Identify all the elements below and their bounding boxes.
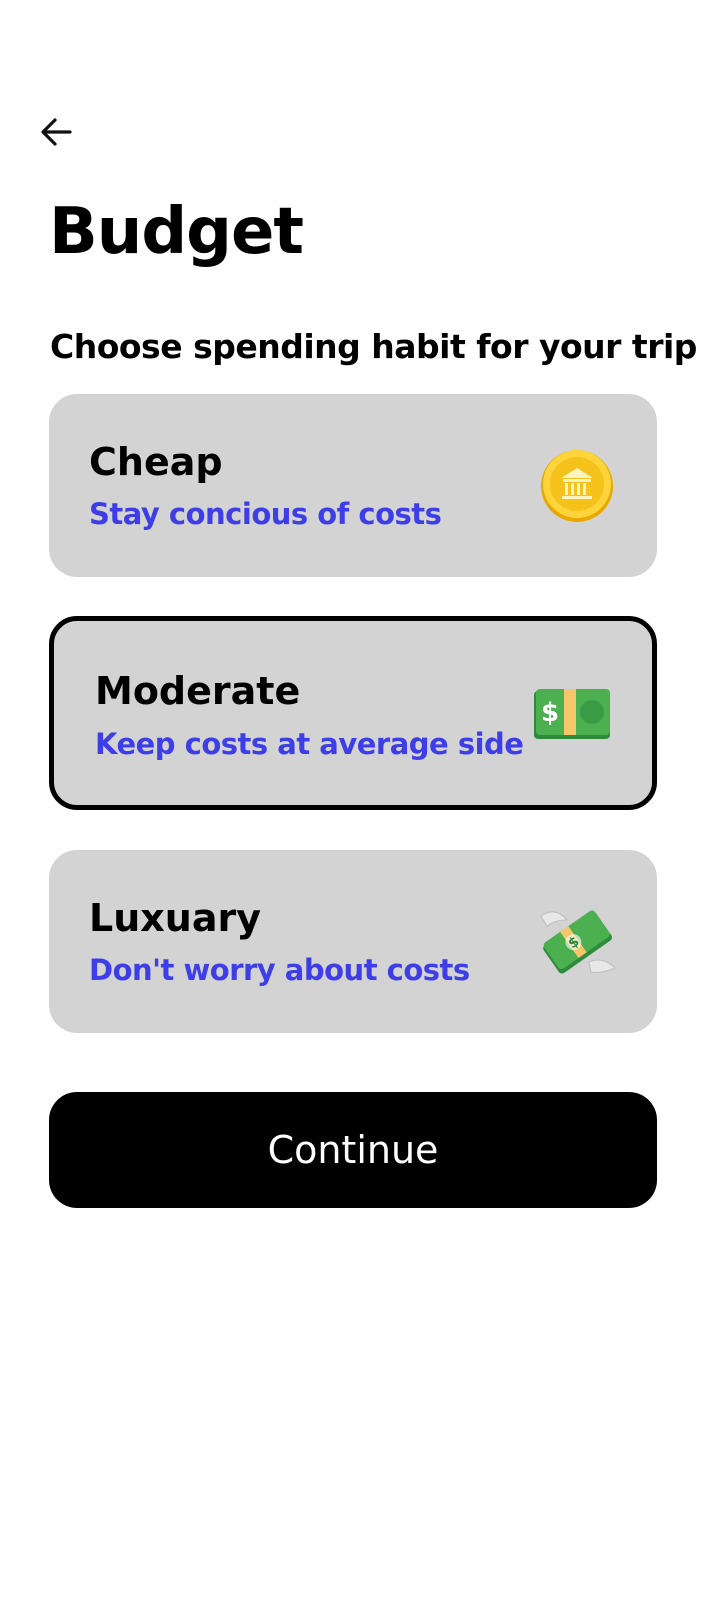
option-title: Moderate (95, 669, 301, 713)
page-title: Budget (49, 195, 304, 269)
arrow-left-icon (38, 114, 74, 154)
svg-text:$: $ (541, 698, 559, 728)
continue-button[interactable]: Continue (49, 1092, 657, 1208)
option-description: Keep costs at average side (95, 727, 524, 761)
back-button[interactable] (30, 112, 82, 156)
dollar-banknote-icon: $ (532, 673, 612, 753)
option-description: Stay concious of costs (89, 497, 442, 531)
page-subtitle: Choose spending habit for your trip (50, 327, 697, 366)
coin-icon (537, 446, 617, 526)
option-description: Don't worry about costs (89, 953, 470, 987)
option-moderate[interactable]: Moderate Keep costs at average side $ (49, 616, 657, 810)
money-with-wings-icon: $ (537, 902, 617, 982)
option-luxuary[interactable]: Luxuary Don't worry about costs $ (49, 850, 657, 1033)
option-title: Luxuary (89, 896, 261, 940)
option-cheap[interactable]: Cheap Stay concious of costs (49, 394, 657, 577)
option-title: Cheap (89, 440, 223, 484)
